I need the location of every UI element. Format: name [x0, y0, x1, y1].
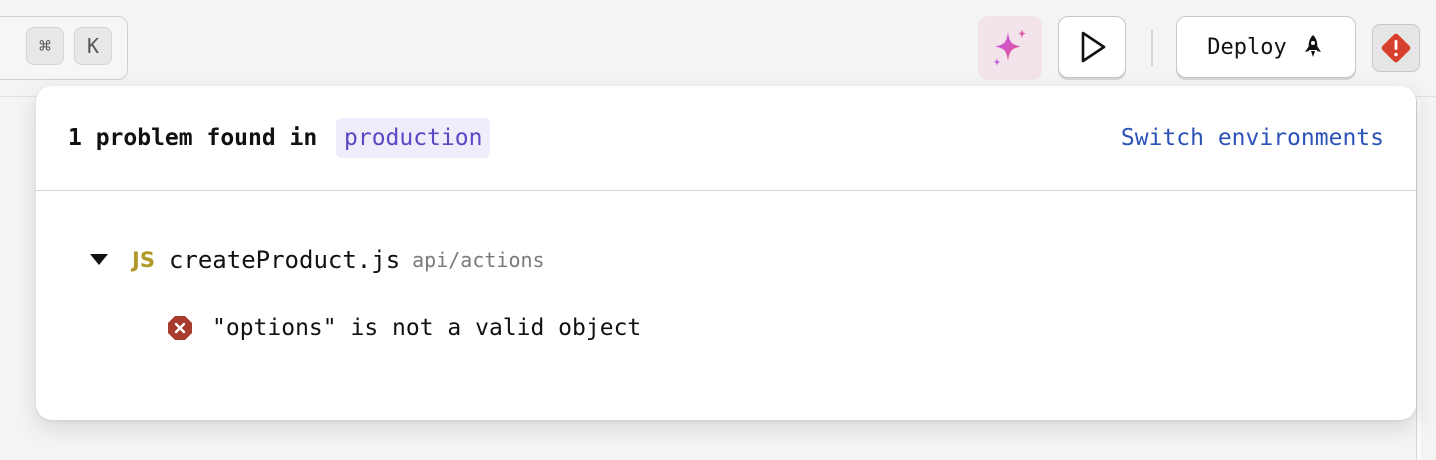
editor-edge — [1416, 100, 1421, 460]
top-toolbar: ⌘ K Deploy — [0, 0, 1436, 97]
file-path: api/actions — [412, 248, 545, 272]
command-key-hint: ⌘ — [26, 27, 64, 65]
warning-diamond-icon — [1381, 33, 1411, 63]
error-octagon-icon — [166, 314, 194, 342]
deploy-label: Deploy — [1207, 34, 1287, 60]
switch-environments-link[interactable]: Switch environments — [1121, 119, 1384, 157]
problems-popover: 1 problem found in production Switch env… — [36, 86, 1416, 420]
caret-down-icon[interactable] — [88, 249, 110, 271]
error-message: "options" is not a valid object — [212, 315, 642, 341]
deploy-button[interactable]: Deploy — [1176, 16, 1356, 78]
sparkle-icon — [993, 29, 1026, 66]
problems-button[interactable] — [1372, 24, 1420, 72]
file-name[interactable]: createProduct.js — [169, 246, 400, 274]
file-row[interactable]: JS createProduct.js api/actions — [88, 242, 545, 278]
popover-header: 1 problem found in production Switch env… — [36, 86, 1416, 191]
toolbar-divider — [1151, 30, 1153, 66]
play-icon — [1081, 31, 1106, 63]
js-file-icon: JS — [132, 248, 155, 272]
environment-badge: production — [336, 118, 491, 158]
ai-assistant-button[interactable] — [978, 16, 1042, 80]
error-item[interactable]: "options" is not a valid object — [166, 312, 641, 344]
run-button[interactable] — [1058, 16, 1126, 78]
rocket-icon — [1304, 35, 1321, 57]
k-key-hint: K — [74, 27, 112, 65]
problems-title: 1 problem found in — [68, 125, 318, 151]
